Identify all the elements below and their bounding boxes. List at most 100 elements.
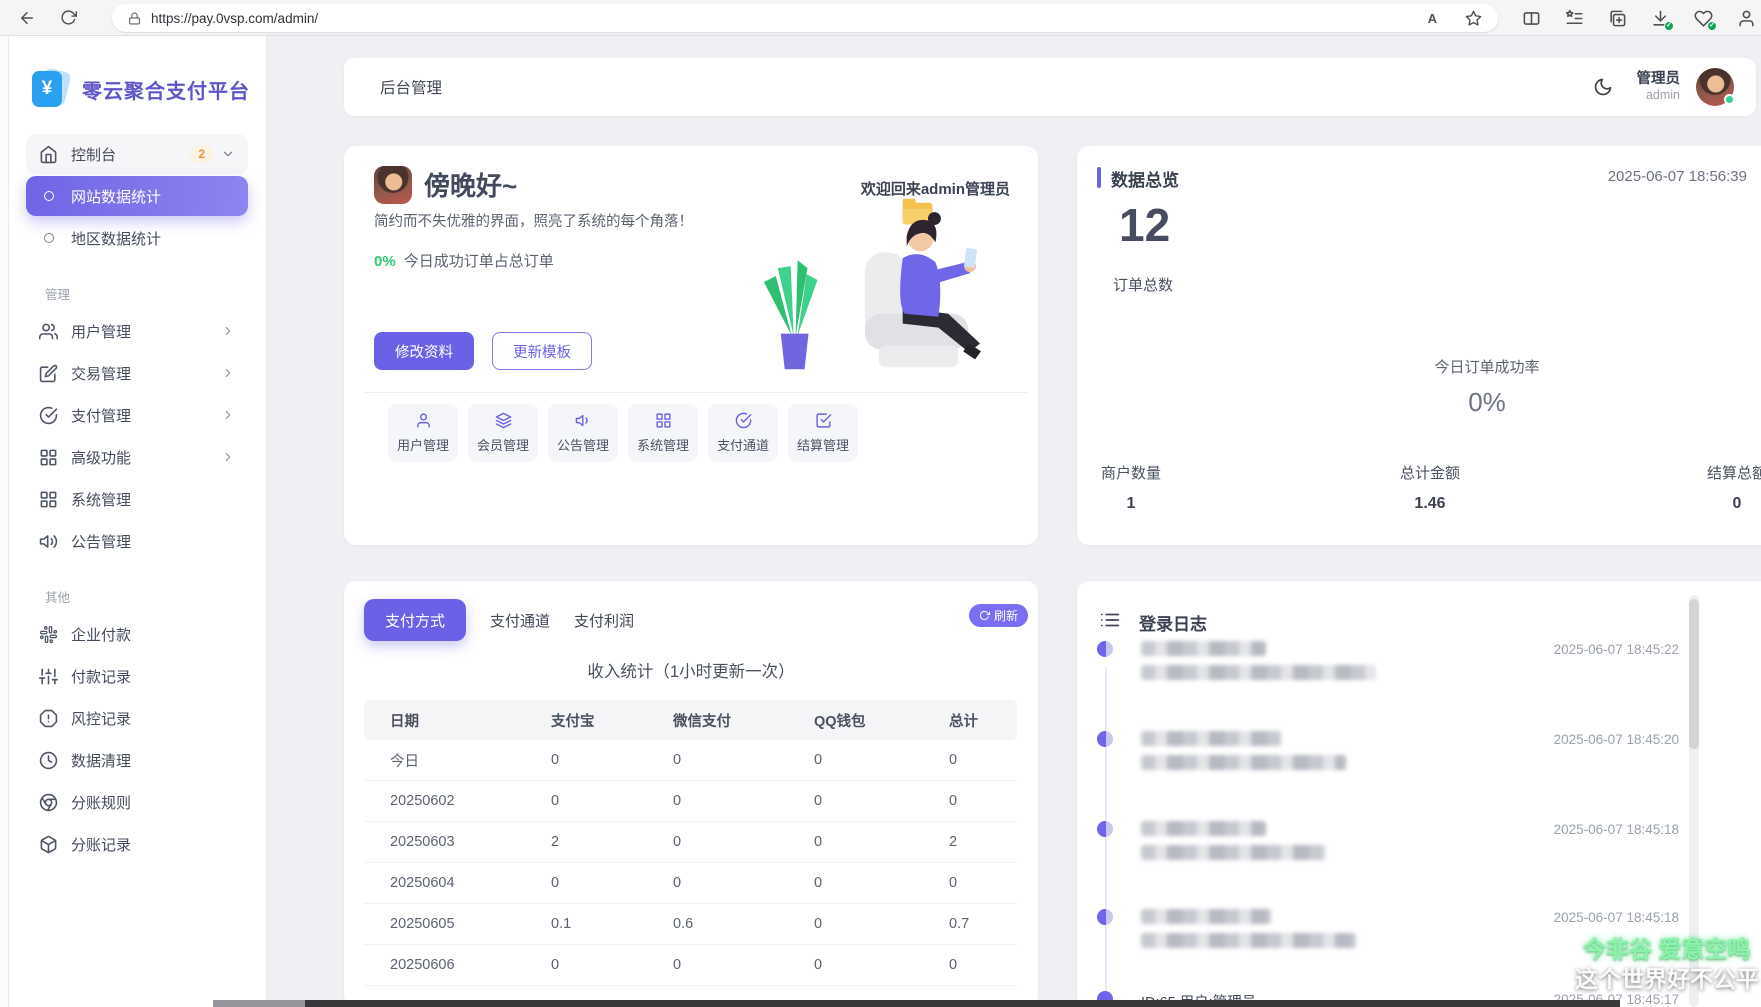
stat-settlement-total: 结算总额 0 [1692, 462, 1761, 513]
tab-pay-profit[interactable]: 支付利润 [574, 610, 634, 631]
sidebar-item-site-stats[interactable]: 网站数据统计 [26, 176, 248, 216]
sidebar-item-console[interactable]: 控制台 2 [26, 134, 248, 174]
timeline-dot-icon [1097, 821, 1113, 837]
cell-wechat: 0 [673, 875, 682, 891]
collections-icon[interactable] [1608, 9, 1627, 28]
user-id: admin [1645, 88, 1680, 103]
sidebar-item-region-stats[interactable]: 地区数据统计 [26, 218, 248, 258]
sidebar-item-system-management[interactable]: 系统管理 [26, 479, 248, 519]
read-aloud-icon[interactable]: A [1428, 11, 1437, 26]
url-text[interactable]: https://pay.0vsp.com/admin/ [151, 11, 1428, 26]
cell-total: 0 [949, 752, 958, 768]
sidebar-item-label: 企业付款 [71, 626, 132, 644]
split-screen-icon[interactable] [1522, 9, 1541, 28]
refresh-button[interactable]: 刷新 [968, 604, 1028, 627]
cell-total: 2 [949, 834, 958, 850]
downloads-icon[interactable]: ✓ [1651, 9, 1674, 31]
chevron-right-icon [225, 368, 231, 378]
refresh-page-icon[interactable] [60, 9, 77, 26]
sidebar-section-management: 管理 [45, 288, 71, 302]
dark-mode-icon[interactable] [1593, 77, 1613, 97]
quick-action-user-management[interactable]: 用户管理 [388, 404, 458, 462]
login-log-title: 登录日志 [1139, 615, 1207, 634]
redacted-text [1141, 933, 1356, 948]
check-circle-icon [39, 406, 58, 424]
cell-wechat: 0 [673, 752, 682, 768]
cell-alipay: 0 [551, 957, 560, 973]
browser-essentials-icon[interactable]: ✓ [1694, 9, 1717, 31]
stat-label: 商户数量 [1100, 465, 1161, 482]
cell-wechat: 0 [673, 957, 682, 973]
update-template-button[interactable]: 更新模板 [492, 332, 592, 370]
cell-qq: 0 [814, 916, 823, 932]
refresh-label: 刷新 [993, 609, 1018, 623]
cell-total: 0.7 [949, 916, 970, 932]
browser-toolbar: https://pay.0vsp.com/admin/ A ✓ ✓ [0, 0, 1761, 36]
lock-icon [129, 12, 140, 24]
quick-action-pay-channel[interactable]: 支付通道 [708, 404, 778, 462]
check-square-icon [815, 413, 831, 428]
sidebar-item-data-cleanup[interactable]: 数据清理 [26, 740, 248, 780]
sidebar-item-split-records[interactable]: 分账记录 [26, 824, 248, 864]
log-timestamp: 2025-06-07 18:45:18 [1553, 822, 1679, 837]
video-progress-bar [213, 1000, 1620, 1007]
orders-total-value: 12 [1119, 199, 1171, 251]
cell-alipay: 0 [551, 793, 560, 809]
sidebar-item-label: 数据清理 [71, 752, 132, 770]
cell-qq: 0 [814, 752, 823, 768]
column-header: QQ钱包 [814, 713, 866, 730]
sidebar-item-label: 交易管理 [71, 365, 132, 383]
quick-action-member-management[interactable]: 会员管理 [468, 404, 538, 462]
profile-icon[interactable] [1737, 9, 1756, 28]
stat-value: 0 [1732, 495, 1742, 512]
address-bar[interactable]: https://pay.0vsp.com/admin/ A [112, 4, 1498, 32]
sidebar-item-label: 付款记录 [71, 668, 132, 686]
quick-action-label: 会员管理 [476, 438, 529, 453]
favorites-list-icon[interactable] [1565, 9, 1584, 28]
income-table: 日期 支付宝 微信支付 QQ钱包 总计 今日 0 0 0 0 20250602 … [364, 700, 1017, 986]
favorite-star-icon[interactable] [1465, 10, 1482, 27]
scrollbar-thumb[interactable] [1689, 599, 1699, 749]
data-overview-card: 数据总览 2025-06-07 18:56:39 12 订单总数 今日订单成功率… [1077, 146, 1761, 545]
sidebar-item-user-management[interactable]: 用户管理 [26, 311, 248, 351]
avatar [374, 166, 412, 204]
users-icon [39, 323, 58, 339]
log-timestamp: 2025-06-07 18:45:22 [1553, 642, 1679, 657]
sidebar-item-label: 控制台 [71, 146, 117, 164]
sidebar-item-risk-records[interactable]: 风控记录 [26, 698, 248, 738]
sidebar-item-split-rules[interactable]: 分账规则 [26, 782, 248, 822]
redacted-text [1141, 821, 1266, 836]
timeline-dot-icon [1097, 641, 1113, 657]
cell-date: 20250604 [390, 875, 455, 891]
back-icon[interactable] [18, 9, 36, 27]
quick-action-announcement[interactable]: 公告管理 [548, 404, 618, 462]
sliders-icon [39, 668, 58, 684]
log-timestamp: 2025-06-07 18:45:18 [1553, 910, 1679, 925]
sidebar-item-payment-management[interactable]: 支付管理 [26, 395, 248, 435]
quick-action-settlement[interactable]: 结算管理 [788, 404, 858, 462]
quick-action-system[interactable]: 系统管理 [628, 404, 698, 462]
sidebar-item-enterprise-payment[interactable]: 企业付款 [26, 614, 248, 654]
title-accent-bar [1097, 167, 1101, 188]
welcome-subtitle: 简约而不失优雅的界面，照亮了系统的每个角落！ [374, 214, 693, 230]
tab-pay-method[interactable]: 支付方式 [364, 599, 466, 641]
breadcrumb: 后台管理 [380, 80, 443, 97]
tab-pay-channel[interactable]: 支付通道 [490, 610, 550, 631]
sidebar-item-announcement-management[interactable]: 公告管理 [26, 521, 248, 561]
speaker-icon [575, 414, 588, 427]
orders-total-label: 订单总数 [1113, 277, 1174, 294]
app-logo: ¥ 零云聚合支付平台 [8, 66, 266, 112]
sidebar-item-payment-records[interactable]: 付款记录 [26, 656, 248, 696]
grid-icon [40, 491, 57, 507]
sidebar-section-other: 其他 [45, 591, 71, 605]
success-rate-value: 0% [1468, 387, 1506, 417]
sidebar-item-label: 分账记录 [71, 836, 132, 854]
sidebar-item-advanced-features[interactable]: 高级功能 [26, 437, 248, 477]
redacted-text [1141, 665, 1376, 680]
edit-profile-button[interactable]: 修改资料 [374, 332, 474, 370]
sidebar-item-trade-management[interactable]: 交易管理 [26, 353, 248, 393]
box-icon [40, 835, 57, 853]
cell-total: 0 [949, 875, 958, 891]
column-header: 支付宝 [551, 713, 595, 730]
column-header: 总计 [949, 713, 978, 730]
